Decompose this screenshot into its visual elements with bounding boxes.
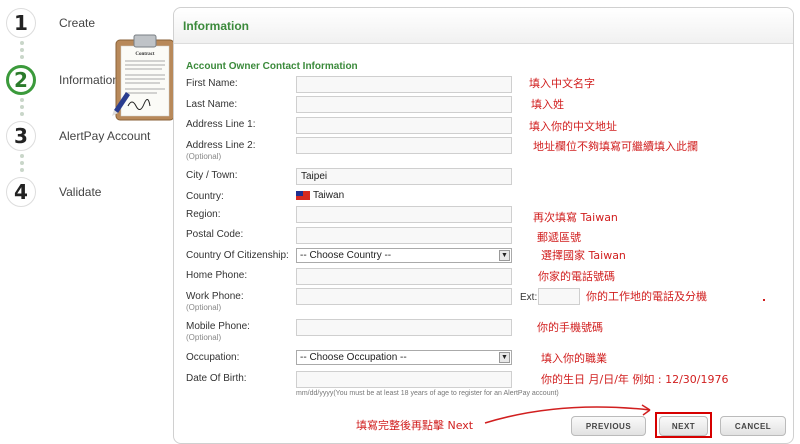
address2-optional: (Optional) — [186, 152, 222, 161]
mobile-phone-label: Mobile Phone: — [186, 321, 250, 332]
citizenship-select[interactable]: -- Choose Country -- ▼ — [296, 248, 512, 263]
svg-text:Contract: Contract — [135, 52, 154, 57]
step-2-label: Information — [59, 73, 120, 87]
work-phone-optional: (Optional) — [186, 303, 222, 312]
annotation-home-phone: 你家的電話號碼 — [538, 270, 615, 283]
city-row: City / Town: — [186, 170, 238, 188]
last-name-field[interactable] — [296, 96, 512, 113]
step-connector — [20, 154, 24, 175]
mobile-phone-field[interactable] — [296, 319, 512, 336]
address1-field[interactable] — [296, 117, 512, 134]
address1-row: Address Line 1: — [186, 119, 256, 137]
step-2-number: 2 — [6, 65, 36, 95]
first-name-label: First Name: — [186, 78, 238, 89]
next-button[interactable]: NEXT — [659, 416, 708, 436]
mobile-phone-row: Mobile Phone: (Optional) — [186, 321, 250, 342]
step-1-number: 1 — [6, 8, 36, 38]
dob-hint: mm/dd/yyyy(You must be at least 18 years… — [296, 390, 559, 397]
step-4-number: 4 — [6, 177, 36, 207]
step-3-number: 3 — [6, 121, 36, 151]
annotation-postal: 郵遞區號 — [537, 231, 581, 244]
step-1-label: Create — [59, 16, 96, 30]
annotation-region: 再次填寫 Taiwan — [533, 211, 618, 224]
city-label: City / Town: — [186, 170, 238, 181]
chevron-down-icon[interactable]: ▼ — [499, 250, 510, 261]
annotation-address1: 填入你的中文地址 — [529, 120, 617, 133]
region-label: Region: — [186, 209, 221, 220]
cancel-button[interactable]: CANCEL — [720, 416, 786, 436]
region-row: Region: — [186, 209, 220, 227]
region-field[interactable] — [296, 206, 512, 223]
home-phone-row: Home Phone: — [186, 270, 247, 288]
dob-row: Date Of Birth: — [186, 373, 247, 391]
country-value: Taiwan — [296, 190, 344, 201]
country-name: Taiwan — [313, 190, 345, 201]
taiwan-flag-icon — [296, 191, 310, 200]
dob-field[interactable] — [296, 371, 512, 388]
step-4: 4 Validate — [6, 177, 101, 207]
work-phone-field[interactable] — [296, 288, 512, 305]
citizenship-selected: -- Choose Country -- — [300, 250, 392, 261]
dob-label: Date Of Birth: — [186, 373, 247, 384]
occupation-select[interactable]: -- Choose Occupation -- ▼ — [296, 350, 512, 365]
contract-clipboard-icon: Contract — [112, 32, 182, 122]
annotation-last-name: 填入姓 — [531, 98, 564, 111]
annotation-next: 填寫完整後再點擊 Next — [356, 419, 474, 432]
panel-title: Information — [183, 19, 249, 33]
annotation-occupation: 填入你的職業 — [541, 352, 607, 365]
home-phone-field[interactable] — [296, 268, 512, 285]
red-dot-mark — [763, 299, 765, 301]
annotation-first-name: 填入中文名字 — [529, 77, 595, 90]
country-row: Country: — [186, 191, 224, 209]
first-name-row: First Name: — [186, 78, 238, 96]
step-1: 1 Create — [6, 8, 95, 38]
step-3-label: AlertPay Account — [59, 129, 151, 143]
work-phone-row: Work Phone: (Optional) — [186, 291, 244, 312]
address2-label: Address Line 2: — [186, 140, 256, 151]
annotation-work-phone: 你的工作地的電話及分機 — [586, 290, 707, 303]
first-name-field[interactable] — [296, 76, 512, 93]
postal-row: Postal Code: — [186, 229, 243, 247]
ext-field[interactable] — [538, 288, 580, 305]
address2-field[interactable] — [296, 137, 512, 154]
work-phone-label: Work Phone: — [186, 291, 244, 302]
ext-label: Ext: — [520, 292, 538, 303]
last-name-row: Last Name: — [186, 99, 237, 117]
step-2: 2 Information — [6, 65, 119, 95]
last-name-label: Last Name: — [186, 99, 238, 110]
annotation-mobile-phone: 你的手機號碼 — [537, 321, 603, 334]
postal-label: Postal Code: — [186, 229, 244, 240]
section-title: Account Owner Contact Information — [186, 61, 358, 72]
annotation-dob: 你的生日 月/日/年 例如 : 12/30/1976 — [541, 373, 729, 386]
panel-header: Information — [174, 8, 793, 44]
address1-label: Address Line 1: — [186, 119, 256, 130]
chevron-down-icon[interactable]: ▼ — [499, 352, 510, 363]
home-phone-label: Home Phone: — [186, 270, 248, 281]
occupation-row: Occupation: — [186, 352, 239, 370]
city-field[interactable]: Taipei — [296, 168, 512, 185]
step-4-label: Validate — [59, 185, 102, 199]
country-label: Country: — [186, 191, 224, 202]
step-connector — [20, 41, 24, 62]
mobile-phone-optional: (Optional) — [186, 333, 222, 342]
occupation-label: Occupation: — [186, 352, 240, 363]
annotation-address2: 地址欄位不夠填寫可繼續填入此攔 — [533, 140, 698, 153]
step-3: 3 AlertPay Account — [6, 121, 150, 151]
postal-field[interactable] — [296, 227, 512, 244]
previous-button[interactable]: PREVIOUS — [571, 416, 646, 436]
address2-row: Address Line 2: (Optional) — [186, 140, 256, 161]
citizenship-row: Country Of Citizenship: — [186, 250, 289, 268]
step-connector — [20, 98, 24, 119]
occupation-selected: -- Choose Occupation -- — [300, 352, 407, 363]
citizenship-label: Country Of Citizenship: — [186, 250, 289, 261]
annotation-citizenship: 選擇國家 Taiwan — [541, 249, 626, 262]
